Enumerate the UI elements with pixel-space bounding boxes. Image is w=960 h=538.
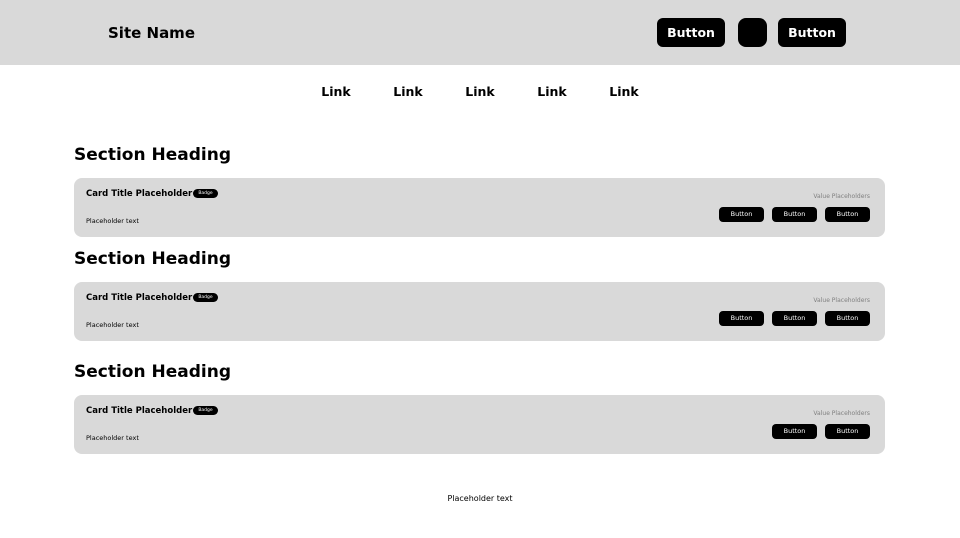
card-button-group: Button Button Button	[719, 207, 870, 222]
card-button-group: Button Button	[772, 424, 870, 439]
site-name[interactable]: Site Name	[108, 23, 195, 43]
header-button-secondary[interactable]: Button	[778, 18, 846, 47]
card-button-3[interactable]: Button	[825, 207, 870, 222]
card-value: Value Placeholders	[813, 297, 870, 304]
nav-link-2[interactable]: Link	[378, 84, 438, 100]
card-title: Card Title Placeholder	[86, 189, 193, 199]
card-button-1[interactable]: Button	[719, 311, 764, 326]
section-heading-2: Section Heading	[74, 249, 232, 269]
card-text: Placeholder text	[86, 217, 139, 225]
card-3: Card Title Placeholder Badge Placeholder…	[74, 395, 885, 454]
card-button-1[interactable]: Button	[719, 207, 764, 222]
card-2: Card Title Placeholder Badge Placeholder…	[74, 282, 885, 341]
section-heading-3: Section Heading	[74, 362, 232, 382]
header-square-button[interactable]	[738, 18, 767, 47]
nav-link-4[interactable]: Link	[522, 84, 582, 100]
section-heading-1: Section Heading	[74, 145, 232, 165]
card-value: Value Placeholders	[813, 410, 870, 417]
card-1: Card Title Placeholder Badge Placeholder…	[74, 178, 885, 237]
card-title: Card Title Placeholder	[86, 293, 193, 303]
card-button-2[interactable]: Button	[772, 311, 817, 326]
card-badge: Badge	[193, 293, 218, 302]
nav-link-3[interactable]: Link	[450, 84, 510, 100]
card-badge: Badge	[193, 406, 218, 415]
footer-text: Placeholder text	[447, 494, 513, 503]
header-button-primary[interactable]: Button	[657, 18, 725, 47]
card-badge: Badge	[193, 189, 218, 198]
nav-link-5[interactable]: Link	[594, 84, 654, 100]
card-button-1[interactable]: Button	[772, 424, 817, 439]
card-text: Placeholder text	[86, 434, 139, 442]
card-button-group: Button Button Button	[719, 311, 870, 326]
site-header: Site Name Button Button	[0, 0, 960, 65]
card-value: Value Placeholders	[813, 193, 870, 200]
card-title: Card Title Placeholder	[86, 406, 193, 416]
card-text: Placeholder text	[86, 321, 139, 329]
card-button-2[interactable]: Button	[825, 424, 870, 439]
card-button-3[interactable]: Button	[825, 311, 870, 326]
card-button-2[interactable]: Button	[772, 207, 817, 222]
nav-link-1[interactable]: Link	[306, 84, 366, 100]
